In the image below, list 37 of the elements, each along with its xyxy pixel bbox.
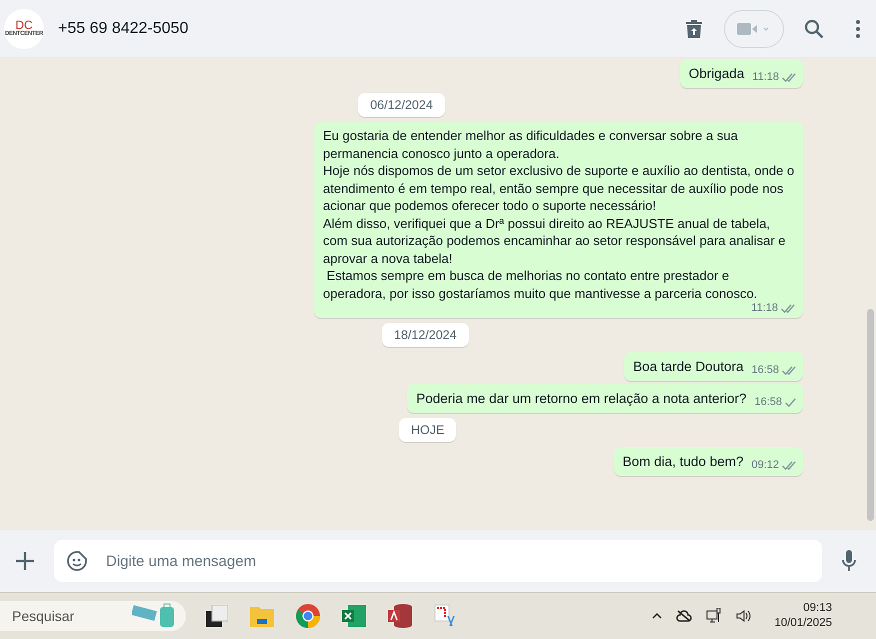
chevron-up-icon[interactable]: [652, 613, 662, 619]
message-input-field[interactable]: Digite uma mensagem: [54, 540, 822, 582]
message-text: Obrigada: [688, 65, 744, 83]
message-time: 11:18: [751, 302, 778, 314]
speaker-icon[interactable]: [736, 609, 752, 623]
message-text: Boa tarde Doutora: [633, 358, 744, 376]
chrome-icon[interactable]: [296, 604, 320, 628]
database-icon[interactable]: [388, 604, 412, 628]
cloud-off-icon[interactable]: [676, 610, 692, 622]
message-time: 16:58: [754, 396, 782, 408]
contact-name: +55 69 8422-5050: [58, 20, 190, 38]
microphone-icon[interactable]: [842, 550, 856, 572]
message-text: Poderia me dar um retorno em relação a nota anterior?: [416, 390, 746, 408]
message-time: 09:12: [751, 459, 779, 471]
clock-time[interactable]: 09:13: [803, 601, 832, 616]
date-label: HOJE: [399, 418, 456, 442]
search-placeholder: Pesquisar: [12, 608, 74, 624]
sticker-icon[interactable]: [66, 550, 88, 572]
date-label: 18/12/2024: [382, 323, 469, 347]
message-text: Bom dia, tudo bem?: [622, 453, 744, 471]
task-view-icon[interactable]: [206, 605, 228, 627]
message-time: 16:58: [751, 364, 779, 376]
clock-date[interactable]: 10/01/2025: [774, 616, 832, 631]
logo-mark: DC: [15, 19, 33, 31]
menu-icon[interactable]: [856, 20, 860, 38]
folder-icon[interactable]: [250, 605, 274, 627]
scrollbar[interactable]: [867, 309, 874, 521]
trash-icon[interactable]: [686, 20, 702, 38]
message-text: Eu gostaria de entender melhor as dificuldades e conversar sobre a sua permanencia conosco junto a operadora. Hoje nós dispomos de um setor exclusivo de suporte e auxílio ao dentista, onde o atendimento é em tempo real, então sempre que necessitar de auxílio pode nos acionar que podemos oferecer todo o suporte necessário! Além disso, verifiquei que a Drª possui direito ao REAJUSTE anual de tabela, com sua autorização podemos encaminhar ao setor responsável para analisar e aprovar a nova tabela! Estamos sempre em busca de melhorias no contato entre prestador e operadora, por isso gostaríamos muito que mantivesse a parceria conosco.: [323, 127, 795, 302]
network-icon[interactable]: [706, 608, 722, 624]
date-label: 06/12/2024: [358, 93, 445, 117]
plus-icon[interactable]: [16, 552, 34, 570]
taskbar-search-field[interactable]: Pesquisar: [0, 601, 186, 631]
video-camera-icon: [737, 22, 771, 36]
spreadsheet-icon[interactable]: [342, 605, 366, 627]
message-time: 11:18: [752, 71, 779, 83]
search-icon[interactable]: [804, 18, 824, 38]
